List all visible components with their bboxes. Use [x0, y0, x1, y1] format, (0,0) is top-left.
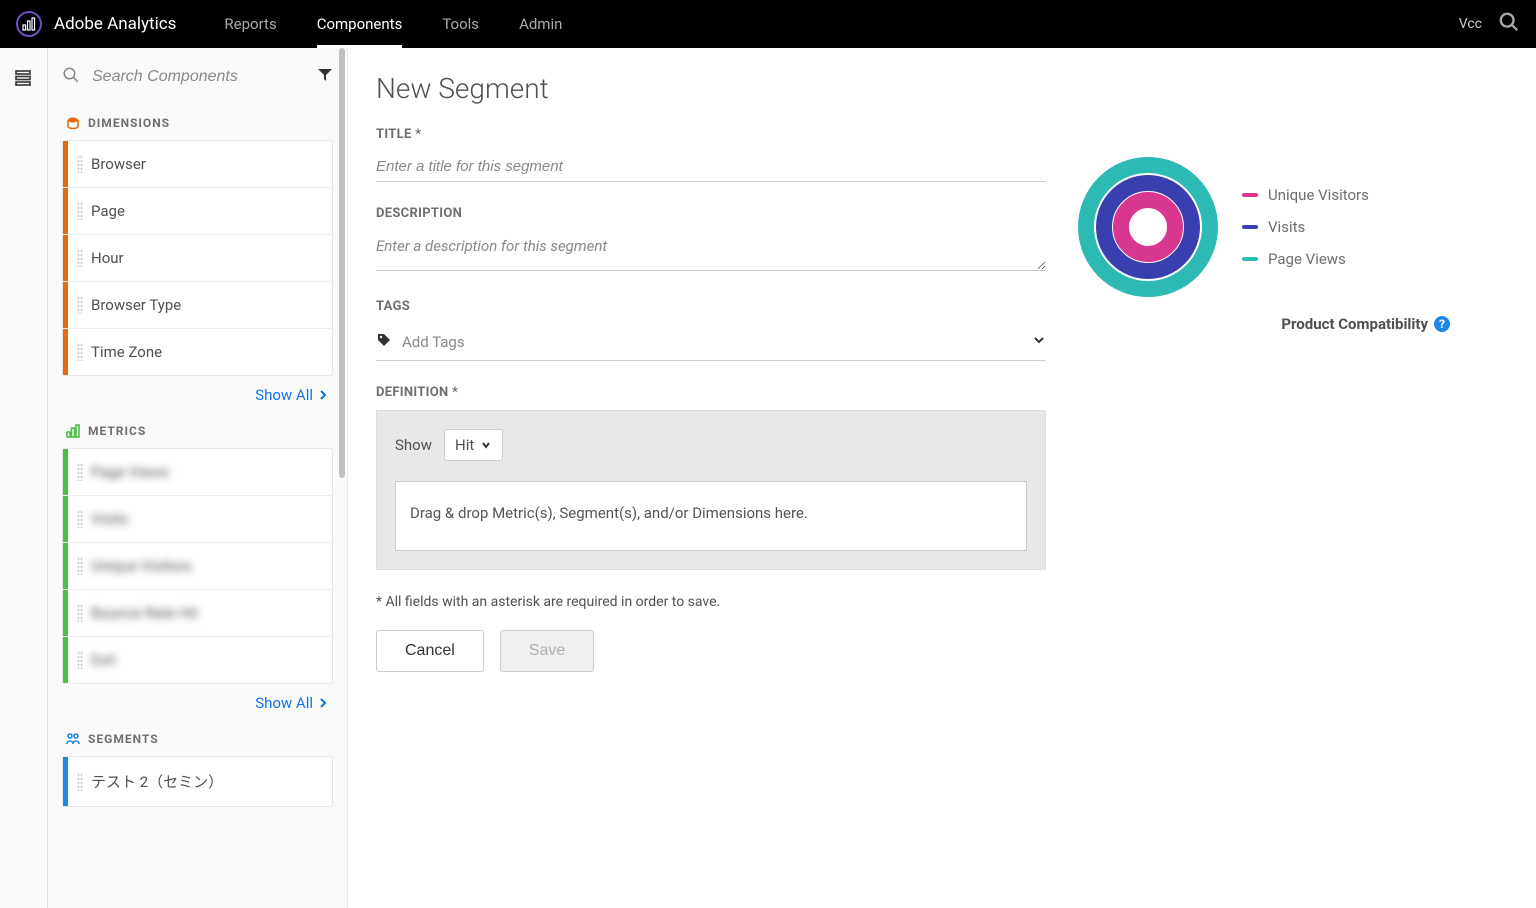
sidebar: DIMENSIONS Browser Page Hour Browser Typ… [48, 48, 348, 908]
dimensions-header: DIMENSIONS [62, 116, 333, 130]
tags-label: TAGS [376, 299, 1046, 314]
show-all-link[interactable]: Show All [255, 694, 329, 712]
drag-handle-icon [77, 155, 83, 173]
metric-item[interactable]: Exit [63, 637, 332, 683]
brand: Adobe Analytics [16, 11, 176, 37]
nav-admin[interactable]: Admin [519, 0, 562, 48]
dimension-item[interactable]: Time Zone [63, 329, 332, 375]
metric-item[interactable]: Visits [63, 496, 332, 543]
product-compatibility[interactable]: Product Compatibility ? [1281, 315, 1450, 333]
right-column: Unique Visitors Visits Page Views Prod [1078, 127, 1458, 672]
legend-visits: Visits [1242, 218, 1369, 236]
save-button[interactable]: Save [500, 630, 594, 672]
metrics-header: METRICS [62, 424, 333, 438]
nav-tools[interactable]: Tools [442, 0, 479, 48]
required-note: * All fields with an asterisk are requir… [376, 594, 1046, 610]
sidebar-scrollbar[interactable] [337, 48, 347, 908]
search-row [62, 62, 333, 92]
nav-components[interactable]: Components [317, 0, 403, 48]
metric-item[interactable]: Bounce Rate Hit [63, 590, 332, 637]
page-title: New Segment [376, 72, 1536, 105]
dimension-item[interactable]: Page [63, 188, 332, 235]
drag-handle-icon [77, 651, 83, 669]
drag-handle-icon [77, 510, 83, 528]
drag-handle-icon [77, 604, 83, 622]
metrics-show-all: Show All [66, 694, 329, 712]
dimension-item[interactable]: Hour [63, 235, 332, 282]
drag-handle-icon [77, 249, 83, 267]
metrics-list: Page Views Visits Unique Visitors Bounce… [62, 448, 333, 684]
help-icon: ? [1434, 316, 1450, 332]
nav-reports[interactable]: Reports [224, 0, 276, 48]
tags-placeholder: Add Tags [402, 333, 1022, 351]
main: New Segment TITLE * DESCRIPTION TAGS [348, 48, 1536, 908]
show-select[interactable]: Hit [444, 429, 503, 461]
topbar-right: Vcc [1459, 11, 1520, 37]
metric-item[interactable]: Unique Visitors [63, 543, 332, 590]
chevron-down-icon [1032, 333, 1046, 351]
show-all-link[interactable]: Show All [255, 386, 329, 404]
search-input[interactable] [88, 62, 309, 92]
topbar: Adobe Analytics Reports Components Tools… [0, 0, 1536, 48]
dimensions-show-all: Show All [66, 386, 329, 404]
title-label: TITLE * [376, 127, 1046, 142]
filter-icon[interactable] [317, 67, 333, 88]
show-label: Show [395, 436, 432, 454]
drag-handle-icon [77, 296, 83, 314]
drag-handle-icon [77, 773, 83, 791]
metric-item[interactable]: Page Views [63, 449, 332, 496]
legend-page-views: Page Views [1242, 250, 1369, 268]
description-label: DESCRIPTION [376, 206, 1046, 221]
segment-chart [1078, 157, 1218, 297]
tag-icon [376, 332, 392, 352]
drag-handle-icon [77, 463, 83, 481]
dimension-item[interactable]: Browser Type [63, 282, 332, 329]
search-icon[interactable] [1498, 11, 1520, 37]
drag-handle-icon [77, 557, 83, 575]
drag-handle-icon [77, 343, 83, 361]
brand-logo-icon [16, 11, 42, 37]
definition-box: Show Hit Drag & drop Metric(s), Segment(… [376, 410, 1046, 570]
panel-toggle-icon[interactable] [14, 68, 34, 92]
dimension-item[interactable]: Browser [63, 141, 332, 188]
metrics-label: METRICS [88, 424, 146, 438]
drag-handle-icon [77, 202, 83, 220]
search-icon [62, 66, 80, 88]
segments-header: SEGMENTS [62, 732, 333, 746]
legend-unique-visitors: Unique Visitors [1242, 186, 1369, 204]
segments-label: SEGMENTS [88, 732, 159, 746]
segments-list: テスト 2（セミン） [62, 756, 333, 807]
form-column: TITLE * DESCRIPTION TAGS Add Tags [376, 127, 1046, 672]
definition-dropzone[interactable]: Drag & drop Metric(s), Segment(s), and/o… [395, 481, 1027, 551]
user-name[interactable]: Vcc [1459, 16, 1482, 32]
left-rail [0, 48, 48, 908]
legend-swatch [1242, 257, 1258, 261]
dimensions-label: DIMENSIONS [88, 116, 170, 130]
cancel-button[interactable]: Cancel [376, 630, 484, 672]
definition-label: DEFINITION * [376, 385, 1046, 400]
tags-dropdown[interactable]: Add Tags [376, 324, 1046, 361]
dimensions-list: Browser Page Hour Browser Type Time Zone [62, 140, 333, 376]
title-input[interactable] [376, 152, 1046, 182]
brand-text: Adobe Analytics [54, 14, 176, 34]
legend-swatch [1242, 193, 1258, 197]
segment-item[interactable]: テスト 2（セミン） [63, 757, 332, 806]
legend-swatch [1242, 225, 1258, 229]
chart-legend: Unique Visitors Visits Page Views [1242, 186, 1369, 268]
description-input[interactable] [376, 231, 1046, 271]
nav-items: Reports Components Tools Admin [224, 0, 562, 48]
